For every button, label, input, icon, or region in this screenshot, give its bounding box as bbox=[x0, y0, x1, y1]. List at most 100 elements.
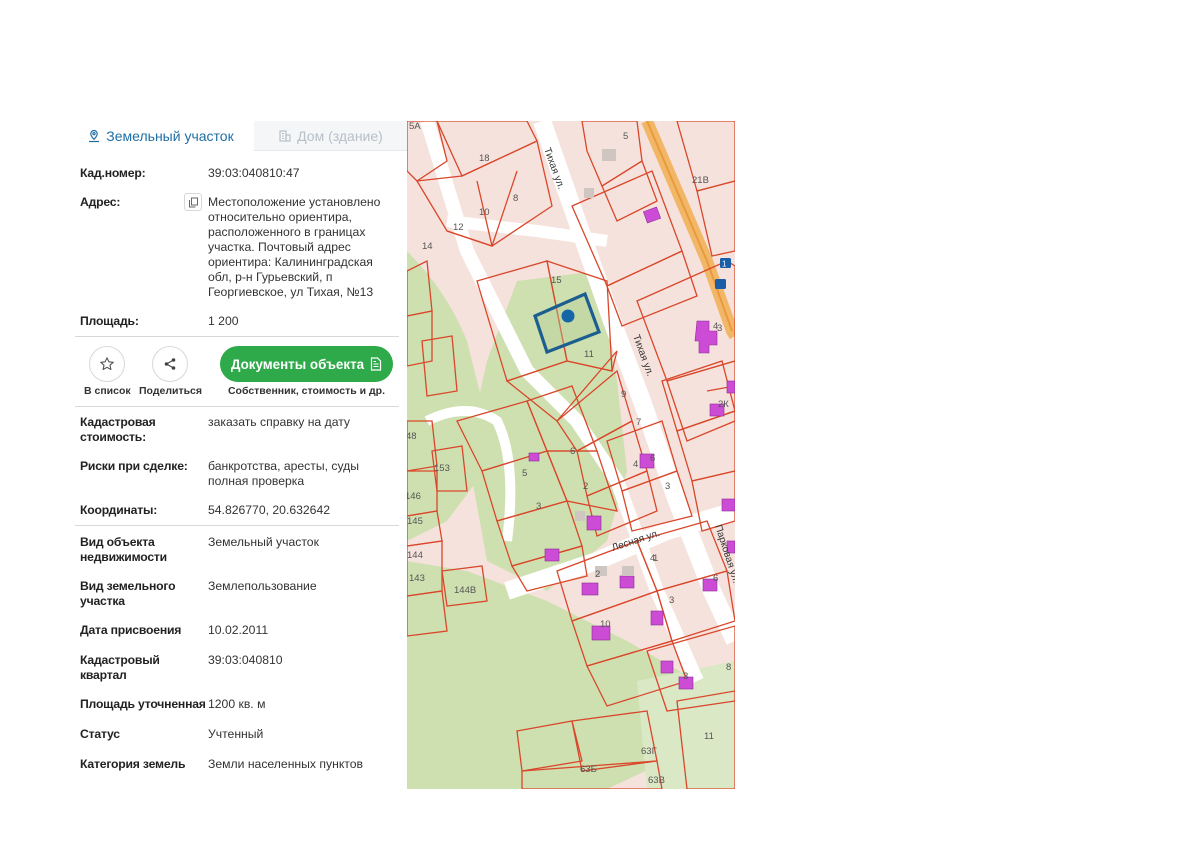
cadastral-value-label: Кадастровая стоимость: bbox=[80, 415, 156, 444]
attribute-label: Категория земель bbox=[80, 757, 186, 771]
attribute-label: Кадастровый квартал bbox=[80, 653, 160, 682]
parcel-number: 2 bbox=[595, 569, 600, 580]
attribute-row: Категория земель Земли населенных пункто… bbox=[80, 757, 400, 773]
attribute-row: Статус Учтенный bbox=[80, 727, 400, 743]
attribute-label: Вид объекта недвижимости bbox=[80, 535, 167, 564]
risks-row: Риски при сделке: банкротства, аресты, с… bbox=[80, 459, 400, 491]
cadastral-number-label: Кад.номер: bbox=[80, 166, 146, 180]
address-row: Адрес: Местоположение установлено относи… bbox=[80, 193, 400, 299]
parcel-number: 5 bbox=[623, 131, 628, 142]
risks-label: Риски при сделке: bbox=[80, 459, 188, 473]
parcel-number: 6 bbox=[713, 573, 718, 584]
parcel-number: 18 bbox=[479, 153, 490, 164]
parcel-number: 8 bbox=[513, 193, 518, 204]
parcel-number: 6 bbox=[570, 446, 575, 457]
parcel-number: 146 bbox=[407, 491, 421, 502]
tab-land-plot-label: Земельный участок bbox=[106, 128, 234, 144]
cadastral-map[interactable]: 5А 5 18 10 8 12 21В 14 15 11 9 7 3 6 5 4… bbox=[407, 121, 735, 789]
attribute-row: Дата присвоения 10.02.2011 bbox=[80, 623, 400, 639]
parcel-number: 11 bbox=[704, 731, 714, 742]
building bbox=[660, 660, 674, 674]
building bbox=[586, 515, 602, 531]
shed bbox=[622, 566, 634, 576]
parcel-number: 6 bbox=[650, 453, 655, 464]
parcel-number: 9 bbox=[621, 389, 626, 400]
map-canvas: 5А 5 18 10 8 12 21В 14 15 11 9 7 3 6 5 4… bbox=[407, 121, 735, 789]
attribute-label: Вид земельного участка bbox=[80, 579, 176, 608]
selected-parcel-marker[interactable] bbox=[561, 309, 575, 323]
building bbox=[619, 575, 635, 589]
divider bbox=[75, 525, 399, 526]
share-label: Поделиться bbox=[139, 385, 203, 397]
attribute-value: Учтенный bbox=[208, 727, 264, 741]
attribute-label: Площадь уточненная bbox=[80, 697, 206, 711]
tab-bar: Земельный участок Дом (здание) bbox=[67, 121, 407, 151]
divider bbox=[75, 406, 399, 407]
full-check-link[interactable]: полная проверка bbox=[208, 474, 388, 489]
parcel-number: 14 bbox=[422, 241, 433, 252]
address-label: Адрес: bbox=[80, 195, 121, 209]
parcel-number: 15 bbox=[551, 275, 562, 286]
parcel-number: 4 bbox=[713, 321, 718, 332]
share-icon bbox=[164, 358, 176, 370]
attribute-value: 10.02.2011 bbox=[208, 623, 269, 637]
parcel-number: 5 bbox=[522, 468, 527, 479]
parcel-number: 2 bbox=[583, 481, 588, 492]
parcel-number: 3 bbox=[665, 481, 670, 492]
parcel-number: 145 bbox=[407, 516, 423, 527]
parcel-number: 3 bbox=[683, 671, 688, 682]
attribute-value: 1200 кв. м bbox=[208, 697, 266, 711]
address-value: Местоположение установлено относительно … bbox=[208, 195, 381, 299]
building bbox=[544, 548, 560, 562]
area-row: Площадь: 1 200 bbox=[80, 314, 400, 330]
parcel-number: 143 bbox=[409, 573, 425, 584]
object-documents-button[interactable]: Документы объекта bbox=[220, 346, 393, 382]
attribute-value: 39:03:040810 bbox=[208, 653, 283, 667]
document-icon bbox=[370, 357, 382, 371]
parcel-number: 48 bbox=[407, 431, 417, 442]
attribute-row: Вид земельного участка Землепользование bbox=[80, 579, 400, 611]
shed bbox=[575, 511, 585, 521]
tab-land-plot[interactable]: Земельный участок bbox=[67, 121, 254, 151]
cadastral-number-row: Кад.номер: 39:03:040810:47 bbox=[80, 166, 400, 182]
attribute-row: Вид объекта недвижимости Земельный участ… bbox=[80, 535, 400, 567]
cadastral-number-link[interactable]: 39:03:040810:47 bbox=[208, 166, 388, 181]
area-value: 1 200 bbox=[208, 314, 239, 328]
building bbox=[581, 582, 599, 596]
parcel-number: 2К bbox=[718, 399, 729, 410]
attribute-label: Дата присвоения bbox=[80, 623, 182, 637]
parcel-number: 63В bbox=[648, 775, 665, 786]
order-certificate-link[interactable]: заказать справку на дату bbox=[208, 415, 388, 430]
star-icon bbox=[100, 357, 114, 371]
building bbox=[650, 610, 664, 626]
parcel-number: 5А bbox=[409, 121, 421, 132]
parcel-number: 10 bbox=[479, 207, 490, 218]
share-button[interactable] bbox=[152, 346, 188, 382]
cadastral-value-row: Кадастровая стоимость: заказать справку … bbox=[80, 415, 400, 447]
road-marker-number: 1 bbox=[722, 260, 727, 269]
copy-icon[interactable] bbox=[184, 193, 202, 211]
parcel-number: 153 bbox=[434, 463, 450, 474]
building bbox=[528, 452, 540, 462]
parcel-number: 4 bbox=[650, 553, 655, 564]
attribute-row: Кадастровый квартал 39:03:040810 bbox=[80, 653, 400, 685]
parcel-number: 12 bbox=[453, 222, 464, 233]
coordinates-value: 54.826770, 20.632642 bbox=[208, 503, 330, 517]
risks-value: банкротства, аресты, суды bbox=[208, 459, 360, 473]
add-to-list-button[interactable] bbox=[89, 346, 125, 382]
parcel-number: 63Г bbox=[641, 746, 657, 757]
tab-house[interactable]: Дом (здание) bbox=[254, 121, 407, 151]
attribute-value: Земельный участок bbox=[208, 535, 319, 549]
shed bbox=[584, 188, 594, 198]
parcel-number: 3 bbox=[536, 501, 541, 512]
coordinates-label: Координаты: bbox=[80, 503, 158, 517]
parcel-number: 11 bbox=[584, 349, 594, 360]
land-plot-icon bbox=[89, 129, 100, 143]
parcel-number: 144 bbox=[407, 550, 423, 561]
road-sign-icon bbox=[715, 279, 726, 289]
object-documents-label: Документы объекта bbox=[230, 356, 365, 372]
parcel-number: 8 bbox=[726, 662, 731, 673]
parcel-number: 3 bbox=[669, 595, 674, 606]
attribute-row: Площадь уточненная 1200 кв. м bbox=[80, 697, 400, 713]
building bbox=[726, 380, 735, 394]
